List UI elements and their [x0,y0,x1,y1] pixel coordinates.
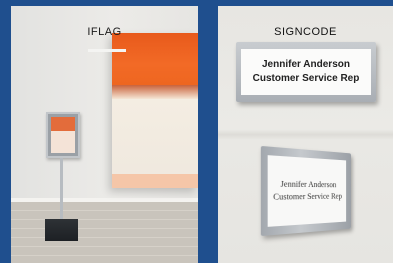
name-plate-front: Jennifer Anderson Customer Service Rep [236,42,376,102]
plate-name: Jennifer Anderson [280,179,337,190]
iflag-poster [51,117,75,153]
abstract-painting [112,33,198,188]
iflag-base [45,219,78,241]
plate-role: Customer Service Rep [252,73,360,84]
plate-name: Jennifer Anderson [262,59,350,70]
name-plate-angled: Jennifer Anderson Customer Service Rep [260,145,351,237]
plate-role: Customer Service Rep [273,191,342,202]
iflag-pole [60,158,63,220]
iflag-title: IFLAG [87,26,122,38]
title-underline [88,49,126,52]
signcode-title: SIGNCODE [274,26,337,38]
wood-floor [11,202,198,263]
iflag-sign-frame [46,112,80,158]
signcode-product-image[interactable]: SIGNCODE Jennifer Anderson Customer Serv… [218,6,393,263]
iflag-product-image[interactable]: IFLAG [11,6,198,263]
